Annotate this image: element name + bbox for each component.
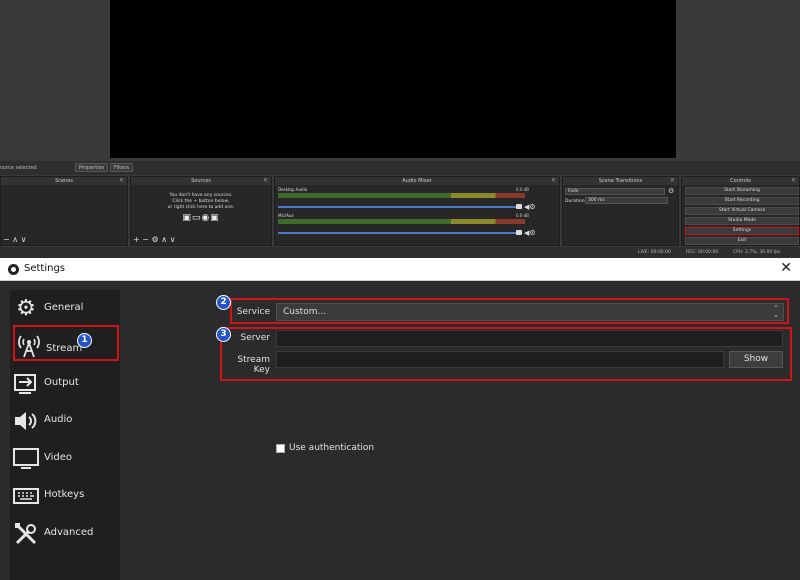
speaker-icon <box>13 408 39 434</box>
server-input[interactable] <box>276 330 783 347</box>
stream-key-input[interactable] <box>276 351 724 368</box>
start-streaming-button[interactable]: Start Streaming <box>685 187 799 195</box>
volume-slider-handle[interactable] <box>516 230 522 235</box>
stream-key-label: Stream Key <box>237 355 270 375</box>
pin-icon[interactable]: ⇱ <box>792 177 796 185</box>
start-virtual-camera-button[interactable]: Start Virtual Camera <box>685 207 799 215</box>
rec-status: REC: 00:00:00 <box>686 250 719 255</box>
pin-icon[interactable]: ⇱ <box>671 177 675 185</box>
sidebar-item-label: Output <box>44 377 79 388</box>
duration-label: Duration <box>565 199 585 204</box>
sidebar-item-label: Hotkeys <box>44 489 85 500</box>
sidebar-item-label: Audio <box>44 414 73 425</box>
settings-sidebar: ⚙ General Stream Output Audio Video Hotk… <box>10 290 120 580</box>
step-badge-2: 2 <box>216 295 231 310</box>
studio-mode-button[interactable]: Studio Mode <box>685 217 799 225</box>
cpu-status: CPU: 2.7%, 30.00 fps <box>733 250 781 255</box>
scene-transitions-title: Scene Transitions <box>598 178 643 184</box>
channel-db: 0.0 dB <box>516 213 529 218</box>
sidebar-item-label: Video <box>44 452 73 463</box>
sidebar-item-stream[interactable]: Stream <box>13 325 119 361</box>
scenes-dock: Scenes ⇱ − ∧ ∨ <box>0 176 128 246</box>
server-label: Server <box>240 333 270 343</box>
sidebar-item-video[interactable]: Video <box>10 441 120 477</box>
level-meter <box>278 196 525 198</box>
channel-name: Mic/Aux <box>278 213 294 218</box>
antenna-icon <box>15 330 41 358</box>
settings-button[interactable]: Settings <box>685 227 799 235</box>
audio-mixer-title: Audio Mixer <box>402 178 432 184</box>
volume-slider[interactable] <box>278 206 518 208</box>
sources-toolbar[interactable]: + − ⚙ ∧ ∨ <box>133 235 175 244</box>
scenes-toolbar[interactable]: − ∧ ∨ <box>3 235 27 244</box>
service-select[interactable]: Custom... ⌃ ⌄ <box>276 303 784 321</box>
transition-select[interactable]: Fade <box>565 188 665 195</box>
sidebar-item-label: Advanced <box>44 527 94 538</box>
sources-dock: Sources ⇱ You don't have any sources. Cli… <box>130 176 272 246</box>
use-authentication-checkbox[interactable] <box>276 444 285 453</box>
sidebar-item-label: General <box>44 302 84 313</box>
window-title: Settings <box>24 263 66 274</box>
source-type-icons: ▣▭◉▣ <box>182 213 220 223</box>
output-icon <box>13 371 39 397</box>
level-meter <box>278 222 525 224</box>
scenes-title: Scenes <box>55 178 73 184</box>
sidebar-item-general[interactable]: ⚙ General <box>10 291 120 327</box>
chevron-updown-icon: ⌃ ⌄ <box>773 304 779 319</box>
preview-canvas[interactable] <box>110 0 676 158</box>
scene-transitions-dock: Scene Transitions ⇱ Fade ⚙ Duration 300 m… <box>562 176 679 246</box>
step-badge-1: 1 <box>77 333 92 348</box>
sidebar-item-output[interactable]: Output <box>10 366 120 402</box>
exit-button[interactable]: Exit <box>685 237 799 245</box>
no-source-label: ource selected <box>0 165 37 171</box>
gear-icon[interactable]: ⚙ <box>668 187 674 195</box>
title-bar: Settings ✕ <box>0 258 800 281</box>
volume-slider[interactable] <box>278 232 518 234</box>
pin-icon[interactable]: ⇱ <box>552 177 556 185</box>
sources-empty-hint: You don't have any sources. Click the + … <box>167 193 235 210</box>
filters-button[interactable]: Filters <box>110 163 133 172</box>
speaker-gear-icon[interactable]: ◀⚙ <box>524 229 536 237</box>
tools-icon <box>13 521 39 547</box>
controls-title: Controls <box>730 178 751 184</box>
channel-db: 0.0 dB <box>516 187 529 192</box>
status-bar: LIVE: 00:00:00 REC: 00:00:00 CPU: 2.7%, … <box>0 247 800 258</box>
monitor-icon <box>13 446 39 472</box>
duration-input[interactable]: 300 ms <box>585 197 668 204</box>
service-label: Service <box>236 307 270 317</box>
source-toolbar: ource selected Properties Filters <box>0 161 800 175</box>
live-status: LIVE: 00:00:00 <box>638 250 671 255</box>
sidebar-item-advanced[interactable]: Advanced <box>10 516 120 552</box>
gear-icon: ⚙ <box>16 296 36 321</box>
settings-window: Settings ✕ ⚙ General Stream Output Audio… <box>0 258 800 580</box>
close-icon[interactable]: ✕ <box>780 260 792 276</box>
channel-name: Desktop Audio <box>278 187 308 192</box>
service-value: Custom... <box>283 307 327 317</box>
properties-button[interactable]: Properties <box>75 163 109 172</box>
speaker-gear-icon[interactable]: ◀⚙ <box>524 203 536 211</box>
sidebar-item-hotkeys[interactable]: Hotkeys <box>10 478 120 514</box>
show-key-button[interactable]: Show <box>729 351 783 368</box>
controls-dock: Controls ⇱ Start Streaming Start Recordin… <box>681 176 800 246</box>
use-authentication-label: Use authentication <box>289 443 375 453</box>
pin-icon[interactable]: ⇱ <box>120 177 124 185</box>
sidebar-item-audio[interactable]: Audio <box>10 403 120 439</box>
pin-icon[interactable]: ⇱ <box>264 177 268 185</box>
obs-main-window: ource selected Properties Filters Scenes… <box>0 0 800 258</box>
volume-slider-handle[interactable] <box>516 204 522 209</box>
obs-logo-icon <box>8 264 19 275</box>
sources-title: Sources <box>191 178 211 184</box>
audio-mixer-dock: Audio Mixer ⇱ Desktop Audio 0.0 dB ◀⚙ Mic… <box>274 176 560 246</box>
sidebar-item-label: Stream <box>46 343 83 354</box>
keyboard-icon <box>13 483 39 509</box>
start-recording-button[interactable]: Start Recording <box>685 197 799 205</box>
